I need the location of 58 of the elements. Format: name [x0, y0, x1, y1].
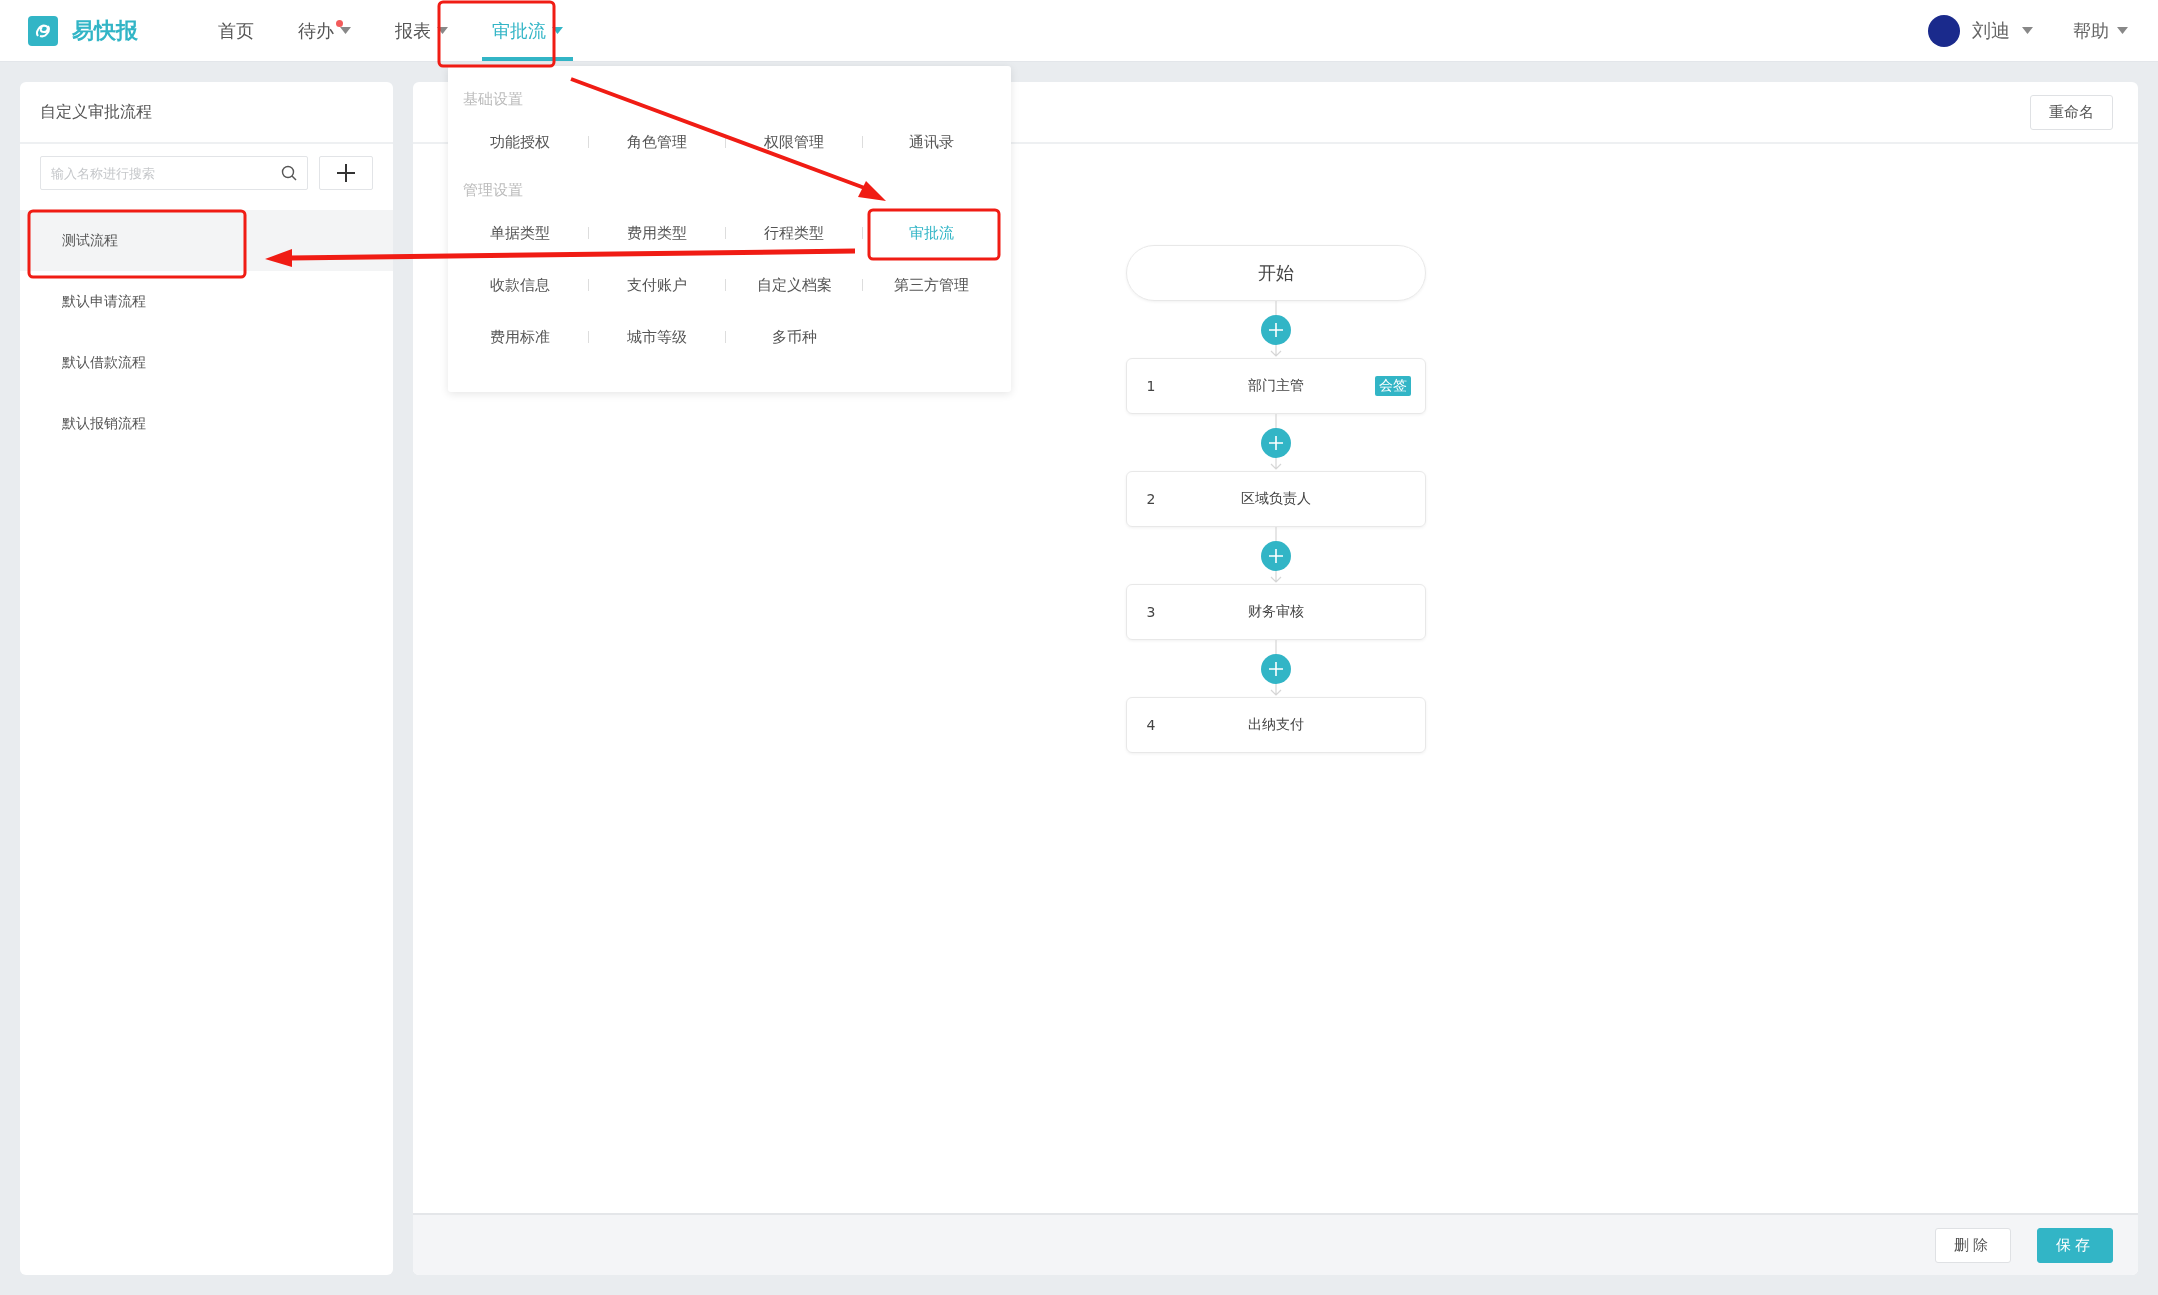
avatar-photo-placeholder	[1928, 14, 1960, 47]
menu-group-title: 管理设置	[463, 181, 523, 200]
node-name: 出纳支付	[1246, 716, 1305, 734]
add-node-button[interactable]	[1260, 428, 1291, 458]
node-number: 4	[1145, 717, 1157, 733]
menu-item[interactable]: 行程类型	[764, 223, 824, 243]
rename-button[interactable]: 重命名	[2030, 94, 2113, 130]
delete-button[interactable]: 删除	[1935, 1227, 2011, 1263]
nav-tab[interactable]: 首页	[208, 0, 264, 61]
menu-item[interactable]: 多币种	[772, 327, 817, 347]
menu-item[interactable]: 费用标准	[490, 327, 550, 347]
node-name: 财务审核	[1246, 603, 1305, 621]
plus-icon	[336, 163, 356, 183]
flow-list-item[interactable]: 默认申请流程	[20, 271, 393, 332]
menu-item[interactable]: 支付账户	[627, 275, 687, 295]
menu-item[interactable]: 第三方管理	[894, 275, 969, 295]
logo-icon	[28, 15, 58, 46]
caret-icon	[2117, 27, 2128, 34]
help-menu[interactable]: 帮助	[2073, 18, 2128, 43]
node-number: 1	[1145, 378, 1157, 394]
user-name: 刘迪	[1972, 17, 2010, 43]
menu-item[interactable]: 角色管理	[627, 132, 687, 152]
plus-icon	[1267, 661, 1284, 677]
caret-icon	[2022, 27, 2033, 34]
add-node-button[interactable]	[1260, 541, 1291, 571]
flow-list-item[interactable]: 测试流程	[20, 210, 393, 271]
node-name: 区域负责人	[1239, 490, 1312, 508]
sidebar-title: 自定义审批流程	[40, 101, 152, 123]
approval-node[interactable]: 3 财务审核	[1125, 584, 1426, 640]
nav-tab[interactable]: 待办	[288, 0, 361, 61]
approval-node[interactable]: 1 部门主管 会签	[1125, 358, 1426, 414]
search-icon	[281, 165, 298, 182]
add-button[interactable]	[319, 156, 373, 190]
plus-icon	[1267, 548, 1284, 564]
menu-group-title: 基础设置	[463, 90, 523, 109]
menu-item[interactable]: 自定义档案	[756, 275, 832, 295]
node-name: 部门主管	[1246, 377, 1305, 395]
user-menu[interactable]: 刘迪	[1928, 14, 2033, 47]
menu-item[interactable]: 通讯录	[909, 132, 954, 152]
menu-item[interactable]: 收款信息	[490, 275, 550, 295]
countersign-tag: 会签	[1374, 376, 1411, 396]
flow-list-item[interactable]: 默认报销流程	[20, 393, 393, 454]
plus-icon	[1267, 435, 1284, 451]
menu-item[interactable]: 单据类型	[490, 223, 550, 243]
approval-node[interactable]: 4 出纳支付	[1125, 697, 1426, 753]
plus-icon	[1267, 322, 1284, 338]
menu-item[interactable]: 权限管理	[764, 132, 824, 152]
add-node-button[interactable]	[1260, 315, 1291, 345]
nav-tab[interactable]: 报表	[385, 0, 458, 61]
app-logo-text: 易快报	[72, 16, 138, 45]
node-number: 2	[1145, 491, 1157, 507]
menu-item[interactable]: 城市等级	[627, 327, 687, 347]
menu-item[interactable]: 功能授权	[490, 132, 550, 152]
approval-node[interactable]: 2 区域负责人	[1125, 471, 1426, 527]
flow-list-item[interactable]: 默认借款流程	[20, 332, 393, 393]
add-node-button[interactable]	[1260, 654, 1291, 684]
node-number: 3	[1145, 604, 1157, 620]
menu-item[interactable]: 费用类型	[627, 223, 687, 243]
